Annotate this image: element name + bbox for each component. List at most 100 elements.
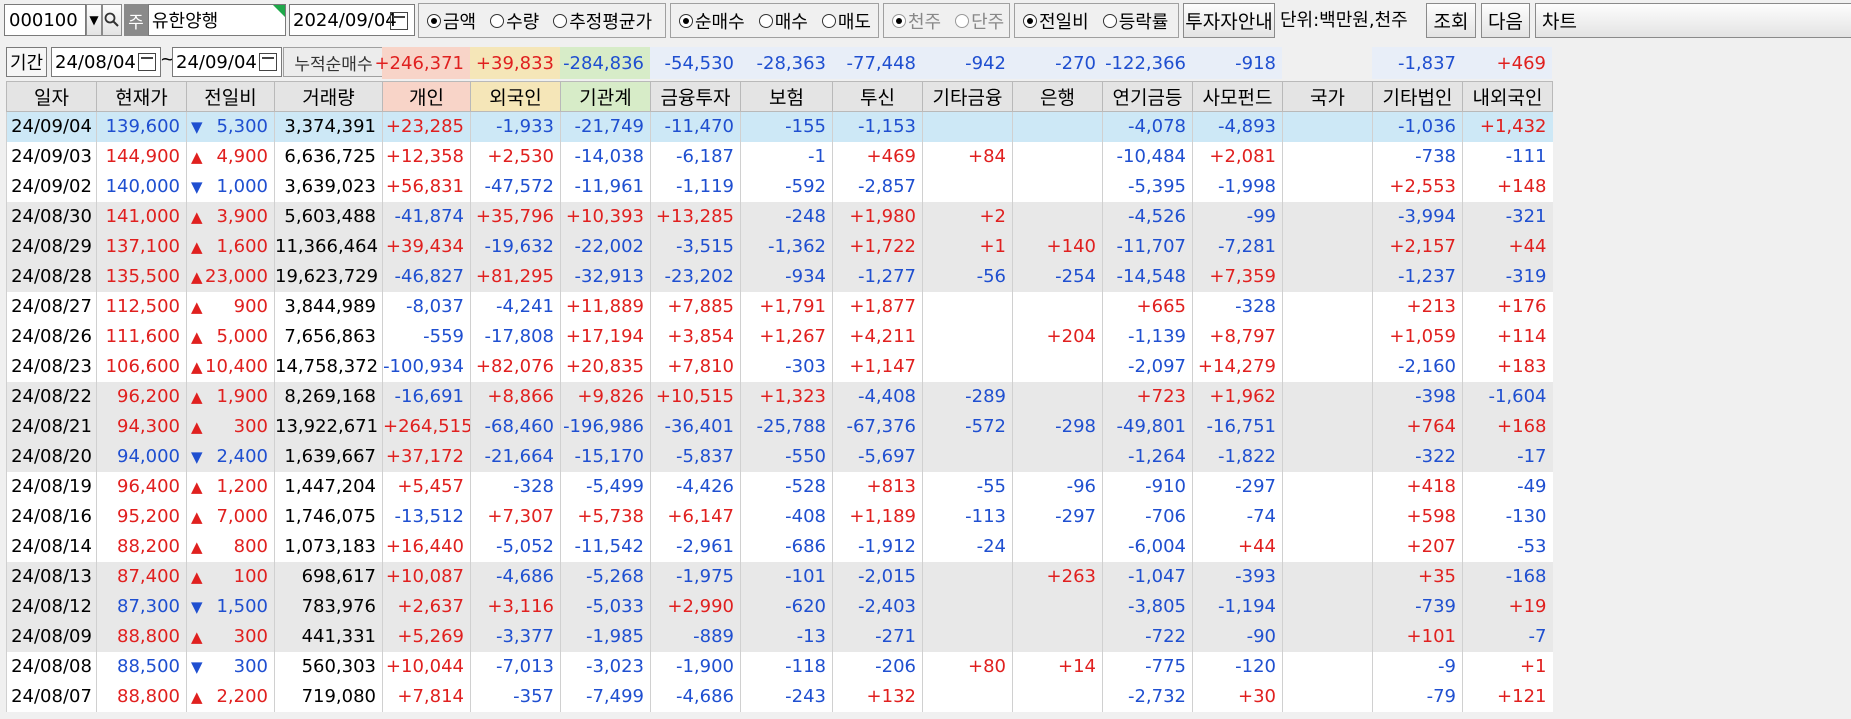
compare-radio-1[interactable]: 등락률 [1102, 8, 1168, 34]
column-header[interactable]: 기타금융 [922, 81, 1013, 112]
calendar-icon[interactable] [390, 12, 408, 30]
table-row[interactable]: 24/08/12 87,300 ▼ 1,500 783,976 +2,637 +3,116-… [6, 591, 1553, 622]
table-cell: -120 [1192, 651, 1283, 682]
column-header[interactable]: 금융투자 [650, 81, 741, 112]
column-header[interactable]: 연기금등 [1102, 81, 1193, 112]
table-row[interactable]: 24/08/07 88,800 ▲ 2,200 719,080 +7,814 -357 -7,… [6, 681, 1553, 712]
table-row[interactable]: 24/08/22 96,200 ▲ 1,900 8,269,168 -16,691 +8,8… [6, 381, 1553, 412]
stock-code-input[interactable]: 000100 [4, 4, 86, 36]
trade-radio-2[interactable]: 매도 [821, 8, 871, 34]
table-cell [1282, 231, 1373, 262]
compare-radio-0[interactable]: 전일비 [1023, 8, 1089, 34]
trade-radio-0[interactable]: 순매수 [679, 8, 745, 34]
table-row[interactable]: 24/09/04 139,600 ▼ 5,300 3,374,391 +23,285 -1,… [6, 111, 1553, 142]
table-row[interactable]: 24/08/08 88,500 ▼ 300 560,303 +10,044 -7,013 -3… [6, 651, 1553, 682]
amount-radio-0[interactable]: 금액 [427, 8, 476, 34]
table-cell [1012, 291, 1103, 322]
table-row[interactable]: 24/08/23 106,600 ▲ 10,400 14,758,372 -100,934… [6, 351, 1553, 382]
column-header[interactable]: 국가 [1282, 81, 1373, 112]
table-cell: ▲ 800 [186, 531, 275, 562]
up-arrow-icon: ▲ [191, 567, 203, 586]
table-cell: +8,866 [470, 381, 561, 412]
table-row[interactable]: 24/08/27 112,500 ▲ 900 3,844,989 -8,037 -4,241… [6, 291, 1553, 322]
table-row[interactable]: 24/09/02 140,000 ▼ 1,000 3,639,023 +56,831 -47… [6, 171, 1553, 202]
chart-button[interactable]: 차트 [1535, 3, 1851, 38]
column-header[interactable]: 개인 [382, 81, 471, 112]
table-cell: -2,160 [1372, 351, 1463, 382]
cumulative-sum-cell: +39,833 [470, 47, 560, 79]
table-cell: -254 [1012, 261, 1103, 292]
table-cell: ▲ 10,400 [186, 351, 275, 382]
table-cell [922, 441, 1013, 472]
table-cell: +418 [1372, 471, 1463, 502]
table-cell: -67,376 [832, 411, 923, 442]
table-row[interactable]: 24/08/09 88,800 ▲ 300 441,331 +5,269 -3,377 -1,… [6, 621, 1553, 652]
column-header[interactable]: 은행 [1012, 81, 1103, 112]
stock-name-field[interactable]: 유한양행 [148, 4, 286, 36]
table-cell: ▲ 1,600 [186, 231, 275, 262]
table-cell: +8,797 [1192, 321, 1283, 352]
table-cell [1012, 201, 1103, 232]
table-cell [1282, 321, 1373, 352]
table-row[interactable]: 24/08/29 137,100 ▲ 1,600 11,366,464 +39,434 -1… [6, 231, 1553, 262]
table-cell: +723 [1102, 381, 1193, 412]
change-value: 1,200 [216, 476, 268, 497]
table-cell [922, 171, 1013, 202]
column-header[interactable]: 사모펀드 [1192, 81, 1283, 112]
table-row[interactable]: 24/08/30 141,000 ▲ 3,900 5,603,488 -41,874 +35… [6, 201, 1553, 232]
change-value: 300 [233, 656, 268, 677]
table-row[interactable]: 24/08/14 88,200 ▲ 800 1,073,183 +16,440 -5,052… [6, 531, 1553, 562]
down-arrow-icon: ▼ [191, 177, 203, 196]
table-cell: +469 [832, 141, 923, 172]
table-row[interactable]: 24/08/19 96,400 ▲ 1,200 1,447,204 +5,457 -328-… [6, 471, 1553, 502]
date-input[interactable]: 2024/09/04 [289, 4, 415, 36]
column-header[interactable]: 투신 [832, 81, 923, 112]
search-button[interactable]: 조회 [1426, 3, 1476, 38]
code-dropdown-button[interactable]: ▼ [86, 4, 102, 36]
calendar-icon[interactable] [138, 53, 156, 71]
column-header[interactable]: 외국인 [470, 81, 561, 112]
table-row[interactable]: 24/08/21 94,300 ▲ 300 13,922,671 +264,515 -68,… [6, 411, 1553, 442]
column-header[interactable]: 기타법인 [1372, 81, 1463, 112]
table-cell: -2,857 [832, 171, 923, 202]
amount-radio-2[interactable]: 추정평균가 [553, 8, 652, 34]
column-header[interactable]: 내외국인 [1462, 81, 1553, 112]
table-cell: -49 [1462, 471, 1553, 502]
calendar-icon[interactable] [259, 53, 277, 71]
table-cell: -3,515 [650, 231, 741, 262]
column-header[interactable]: 기관계 [560, 81, 651, 112]
end-date-input[interactable]: 24/09/04 [172, 47, 282, 77]
table-cell [922, 291, 1013, 322]
table-row[interactable]: 24/09/03 144,900 ▲ 4,900 6,636,725 +12,358 +2,… [6, 141, 1553, 172]
column-header[interactable]: 전일비 [186, 81, 275, 112]
column-header[interactable]: 보험 [740, 81, 833, 112]
table-cell: ▼ 5,300 [186, 111, 275, 142]
amount-radio-1[interactable]: 수량 [490, 8, 539, 34]
investor-guide-button[interactable]: 투자자안내 [1183, 3, 1275, 38]
unit-radio-0[interactable]: 천주 [892, 8, 941, 34]
column-header[interactable]: 거래량 [274, 81, 383, 112]
code-search-button[interactable] [102, 4, 122, 36]
table-cell [1282, 651, 1373, 682]
column-header[interactable]: 현재가 [96, 81, 187, 112]
table-cell: +264,515 [382, 411, 471, 442]
table-cell: ▼ 300 [186, 651, 275, 682]
column-header[interactable]: 일자 [6, 81, 97, 112]
table-row[interactable]: 24/08/13 87,400 ▲ 100 698,617 +10,087 -4,686 -5… [6, 561, 1553, 592]
table-cell: 96,400 [96, 471, 187, 502]
table-row[interactable]: 24/08/26 111,600 ▲ 5,000 7,656,863 -559 -17,80… [6, 321, 1553, 352]
table-cell: +10,393 [560, 201, 651, 232]
table-row[interactable]: 24/08/20 94,000 ▼ 2,400 1,639,667 +37,172 -21,… [6, 441, 1553, 472]
unit-radio-1[interactable]: 단주 [955, 8, 1004, 34]
table-cell: +11,889 [560, 291, 651, 322]
table-cell: 95,200 [96, 501, 187, 532]
trade-type-group: 순매수 매수 매도 [670, 3, 879, 38]
next-button[interactable]: 다음 [1481, 3, 1530, 38]
table-row[interactable]: 24/08/16 95,200 ▲ 7,000 1,746,075 -13,512 +7,3… [6, 501, 1553, 532]
trade-radio-1[interactable]: 매수 [758, 8, 808, 34]
cumulative-sum-cell: +246,371 [374, 47, 470, 79]
table-row[interactable]: 24/08/28 135,500 ▲ 23,000 19,623,729 -46,827 +… [6, 261, 1553, 292]
radio-label: 추정평균가 [569, 11, 653, 33]
start-date-input[interactable]: 24/08/04 [51, 47, 161, 77]
table-cell: -6,187 [650, 141, 741, 172]
